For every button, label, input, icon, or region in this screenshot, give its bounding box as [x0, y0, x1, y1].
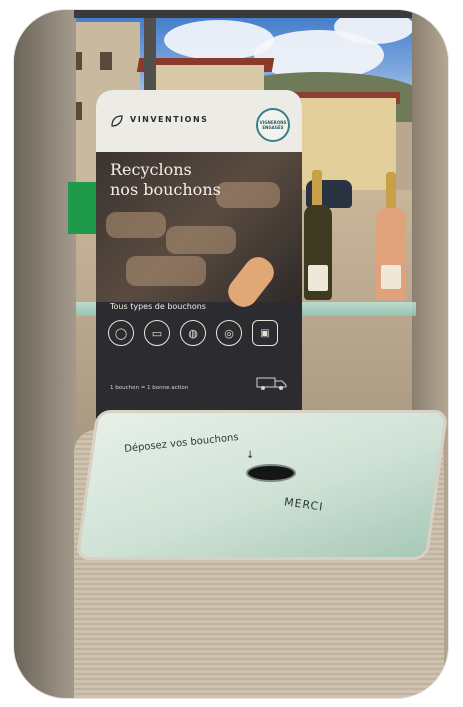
- leaf-logo-icon: [111, 115, 123, 127]
- brand-name: VINVENTIONS: [130, 115, 209, 124]
- arrow-down-icon: ↓: [246, 450, 255, 461]
- sign-subtitle: Tous types de bouchons: [110, 302, 206, 311]
- vignerons-badge: VIGNERONS ENGAGÉS: [256, 108, 290, 142]
- deposit-slot[interactable]: [246, 464, 296, 482]
- yellow-building: [296, 98, 396, 193]
- champagne-cork-icon: ◍: [180, 320, 206, 346]
- sign-headline: Recyclons nos bouchons: [110, 160, 221, 199]
- photo: VINVENTIONS VIGNERONS ENGAGÉS Recyclons …: [14, 10, 448, 698]
- bin-icon: ▣: [252, 320, 278, 346]
- recycling-sign: VINVENTIONS VIGNERONS ENGAGÉS Recyclons …: [96, 90, 302, 430]
- sign-tagline: 1 bouchon = 1 bonne action: [110, 385, 189, 391]
- screwcap-icon: ◎: [216, 320, 242, 346]
- cork-type-icons: ◯ ▭ ◍ ◎ ▣: [108, 320, 294, 350]
- synthetic-cork-icon: ▭: [144, 320, 170, 346]
- bin-lid: [75, 410, 448, 560]
- green-sign: [68, 182, 96, 234]
- window-frame-left: [14, 10, 76, 698]
- truck-icon: [256, 377, 287, 390]
- cork-icon: ◯: [108, 320, 134, 346]
